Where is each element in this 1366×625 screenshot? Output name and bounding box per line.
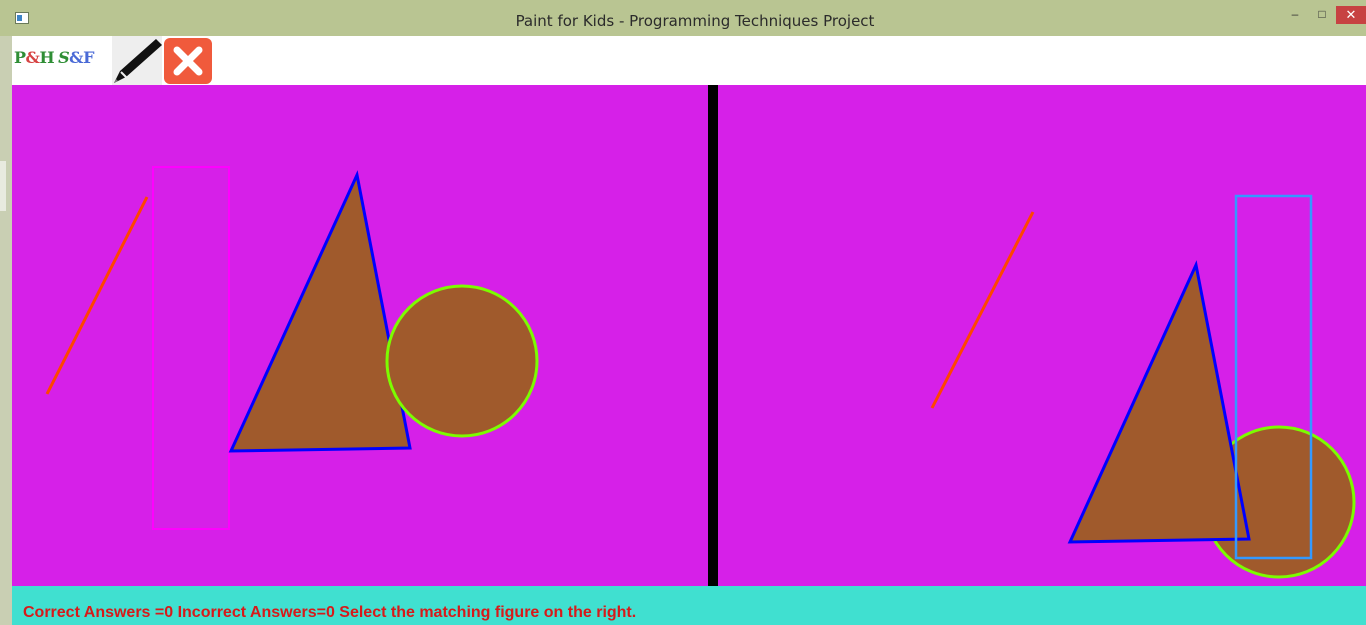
maximize-button[interactable]: □ (1310, 5, 1334, 25)
close-window-button[interactable]: ✕ (1336, 6, 1366, 24)
app-logo: P&H S&F (14, 48, 94, 67)
exit-button[interactable] (164, 38, 212, 84)
drawing-canvas[interactable] (12, 85, 1366, 586)
status-message: Correct Answers =0 Incorrect Answers=0 S… (23, 604, 637, 621)
close-x-icon (164, 38, 212, 84)
left-circle-figure[interactable] (385, 284, 539, 438)
status-bar: Correct Answers =0 Incorrect Answers=0 S… (12, 586, 1366, 625)
pencil-icon (114, 39, 162, 83)
toolbar: P&H S&F (12, 36, 1366, 85)
minimize-button[interactable]: ‒ (1284, 5, 1306, 25)
title-bar: Paint for Kids - Programming Techniques … (0, 0, 1366, 36)
window-title: Paint for Kids - Programming Techniques … (515, 12, 875, 30)
window-left-edge (0, 36, 12, 625)
canvas-divider (708, 85, 718, 586)
draw-mode-button[interactable] (112, 36, 162, 85)
